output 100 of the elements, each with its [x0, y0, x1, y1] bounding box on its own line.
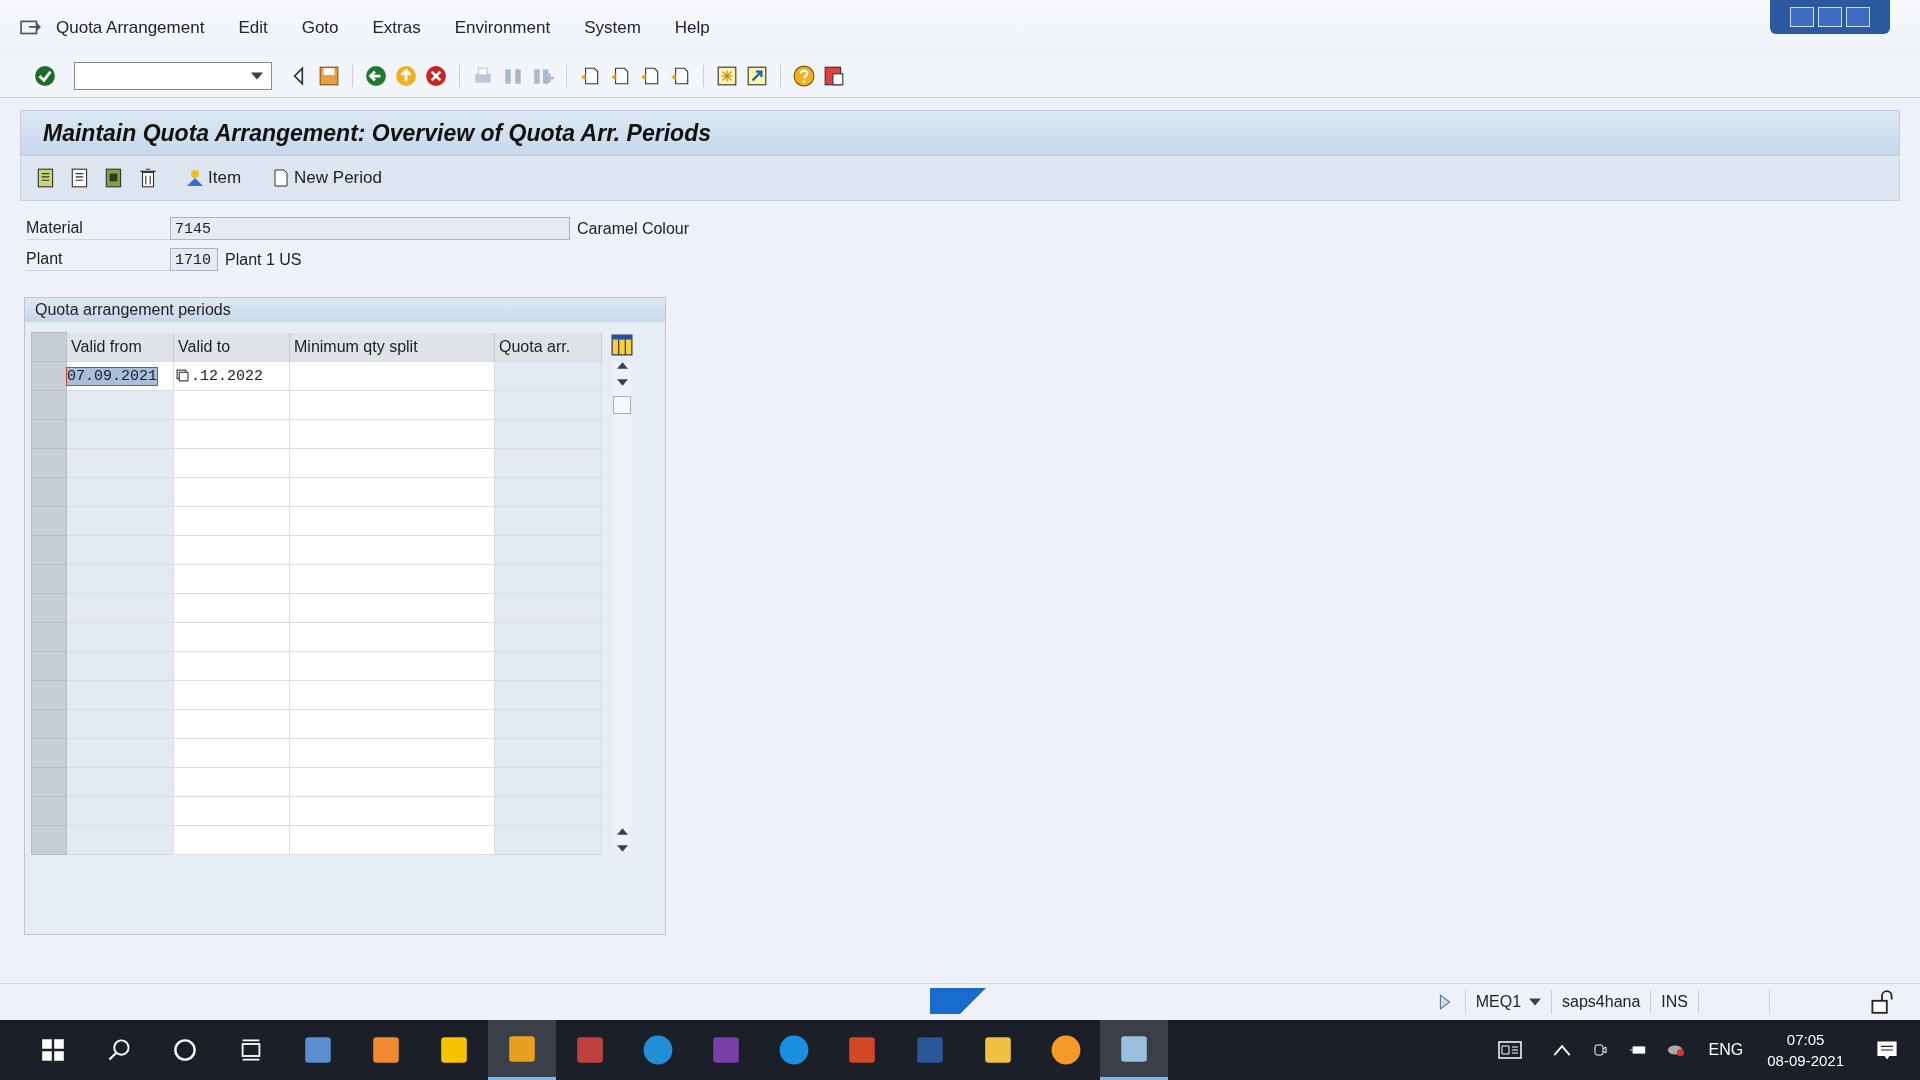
scroll-up-icon[interactable]: [616, 362, 628, 369]
shortcut-icon[interactable]: [746, 65, 768, 87]
row-selector[interactable]: [31, 390, 67, 420]
column-header[interactable]: Quota arr.: [494, 332, 602, 362]
row-selector[interactable]: [31, 825, 67, 855]
news-icon[interactable]: [1497, 1038, 1522, 1062]
scroll-down-icon[interactable]: [616, 845, 628, 852]
table-cell[interactable]: [289, 593, 495, 623]
layout-icon[interactable]: [823, 65, 845, 87]
menu-item[interactable]: Goto: [301, 17, 339, 38]
table-cell[interactable]: [173, 390, 290, 420]
column-header[interactable]: Valid from: [66, 332, 174, 362]
table-cell[interactable]: [289, 767, 495, 797]
menu-item[interactable]: Edit: [238, 17, 268, 38]
table-cell[interactable]: [289, 477, 495, 507]
new-window-icon[interactable]: [716, 65, 738, 87]
row-selector[interactable]: [31, 477, 67, 507]
row-selector[interactable]: [31, 361, 67, 391]
row-selector[interactable]: [31, 709, 67, 739]
scroll-down-icon[interactable]: [616, 379, 628, 386]
table-cell[interactable]: [173, 593, 290, 623]
check-icon[interactable]: [34, 65, 56, 87]
dropdown-icon[interactable]: [1529, 998, 1542, 1006]
table-cell[interactable]: [173, 506, 290, 536]
column-settings-icon[interactable]: [611, 334, 633, 356]
table-cell[interactable]: [289, 448, 495, 478]
column-header[interactable]: Minimum qty split: [289, 332, 495, 362]
table-cell[interactable]: [289, 796, 495, 826]
row-selector[interactable]: [31, 767, 67, 797]
taskbar-app[interactable]: [1100, 1020, 1168, 1080]
trash-icon[interactable]: [137, 167, 159, 189]
scrollbar[interactable]: [613, 362, 631, 852]
table-cell[interactable]: [173, 564, 290, 594]
menu-item[interactable]: System: [584, 17, 641, 38]
task-view-icon[interactable]: [239, 1038, 263, 1062]
item-button[interactable]: Item: [181, 168, 246, 188]
new-period-button[interactable]: New Period: [267, 168, 386, 188]
language-indicator[interactable]: ENG: [1708, 1041, 1744, 1059]
table-cell[interactable]: [289, 825, 495, 855]
menu-item[interactable]: Quota Arrangement: [56, 17, 205, 38]
row-selector[interactable]: [31, 506, 67, 536]
back-icon[interactable]: [365, 65, 387, 87]
page-nav-icon[interactable]: [579, 65, 601, 87]
table-cell[interactable]: [289, 419, 495, 449]
table-cell[interactable]: [173, 680, 290, 710]
table-cell[interactable]: [289, 738, 495, 768]
menu-icon[interactable]: [20, 18, 42, 37]
save-icon[interactable]: [318, 65, 340, 87]
table-cell[interactable]: [173, 796, 290, 826]
cancel-icon[interactable]: [425, 65, 447, 87]
table-cell[interactable]: [289, 535, 495, 565]
exit-icon[interactable]: [395, 65, 417, 87]
menu-item[interactable]: Environment: [454, 17, 551, 38]
row-selector[interactable]: [31, 448, 67, 478]
page-nav-icon[interactable]: [609, 65, 631, 87]
taskbar-app[interactable]: [488, 1020, 556, 1080]
start-icon[interactable]: [41, 1038, 65, 1062]
command-field[interactable]: [74, 62, 272, 90]
table-cell[interactable]: [289, 651, 495, 681]
dropdown-icon[interactable]: [251, 72, 263, 80]
row-selector[interactable]: [31, 593, 67, 623]
table-cell[interactable]: [289, 622, 495, 652]
table-cell[interactable]: [289, 709, 495, 739]
column-header[interactable]: Valid to: [173, 332, 290, 362]
row-selector[interactable]: [31, 419, 67, 449]
table-cell[interactable]: [289, 564, 495, 594]
row-selector[interactable]: [31, 535, 67, 565]
clock[interactable]: 07:05 08-09-2021: [1767, 1031, 1844, 1069]
row-selector[interactable]: [31, 564, 67, 594]
input-field[interactable]: 7145: [170, 217, 570, 240]
help-icon[interactable]: [793, 65, 815, 87]
scroll-up-icon[interactable]: [616, 828, 628, 835]
table-cell[interactable]: [289, 680, 495, 710]
input-field[interactable]: 1710: [170, 248, 218, 271]
table-cell[interactable]: [173, 448, 290, 478]
table-cell[interactable]: [173, 477, 290, 507]
page-nav-icon[interactable]: [639, 65, 661, 87]
system-name[interactable]: MEQ1: [1464, 990, 1552, 1014]
menu-item[interactable]: Help: [674, 17, 710, 38]
table-cell[interactable]: [173, 535, 290, 565]
row-selector[interactable]: [31, 651, 67, 681]
table-cell[interactable]: [173, 738, 290, 768]
menu-item[interactable]: Extras: [372, 17, 421, 38]
row-selector[interactable]: [31, 796, 67, 826]
scroll-thumb[interactable]: [613, 396, 631, 414]
table-cell[interactable]: [289, 390, 495, 420]
table-cell[interactable]: [173, 622, 290, 652]
search-icon[interactable]: [107, 1038, 131, 1062]
expand-arrow-icon[interactable]: [1438, 994, 1451, 1010]
input-mode[interactable]: INS: [1650, 990, 1698, 1014]
copy-icon[interactable]: [176, 369, 189, 383]
lock-icon[interactable]: [1870, 990, 1894, 1014]
table-cell[interactable]: [173, 419, 290, 449]
table-cell[interactable]: [173, 825, 290, 855]
page-nav-icon[interactable]: [669, 65, 691, 87]
date-cell[interactable]: 07.09.2021: [66, 361, 174, 391]
table-cell[interactable]: [173, 767, 290, 797]
row-selector[interactable]: [31, 622, 67, 652]
row-selector[interactable]: [31, 738, 67, 768]
table-cell[interactable]: [289, 506, 495, 536]
